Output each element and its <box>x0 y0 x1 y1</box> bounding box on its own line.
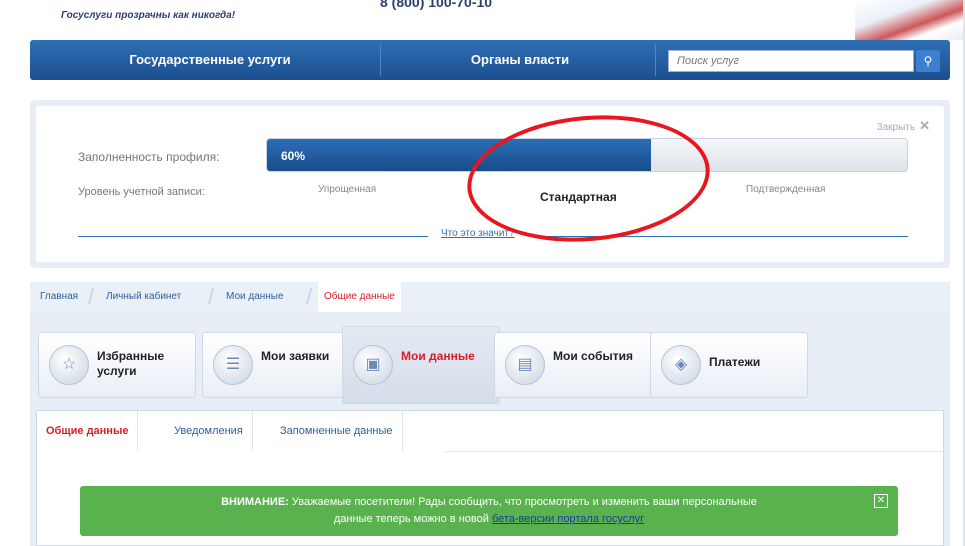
profile-fill-label: Заполненность профиля: <box>78 150 220 164</box>
tab-notifications[interactable]: Уведомления <box>165 411 253 451</box>
top-navigation: Государственные услуги Органы власти ⚲ <box>30 40 950 80</box>
breadcrumb-home[interactable]: Главная <box>40 282 78 312</box>
nav-authorities[interactable]: Органы власти <box>400 40 640 80</box>
star-hand-icon: ☆ <box>49 345 89 385</box>
alert-line-1: Уважаемые посетители! Рады сообщить, что… <box>291 496 757 508</box>
close-button[interactable]: Закрыть ✕ <box>877 118 930 134</box>
nav-gov-services[interactable]: Государственные услуги <box>90 40 330 80</box>
tile-label: Мои данные <box>401 349 475 363</box>
nav-divider <box>380 44 381 76</box>
search-button[interactable]: ⚲ <box>916 50 940 72</box>
profile-progress-percent: 60% <box>281 149 306 163</box>
flag-decoration <box>855 0 965 40</box>
top-strip: Госуслуги прозрачны как никогда! 8 (800)… <box>0 0 965 40</box>
profile-card-icon: ▣ <box>353 345 393 385</box>
breadcrumb-general-data: Общие данные <box>318 282 401 312</box>
breadcrumb: Главная / Личный кабинет / Мои данные / … <box>30 282 950 312</box>
tile-my-events[interactable]: ▤ Мои события <box>494 332 652 398</box>
tile-payments[interactable]: ◈ Платежи <box>650 332 808 398</box>
account-level-label: Уровень учетной записи: <box>78 186 205 198</box>
what-does-it-mean-link[interactable]: Что это значит? <box>441 228 515 239</box>
tile-label: Платежи <box>709 355 761 369</box>
attention-alert: ВНИМАНИЕ: Уважаемые посетители! Рады соо… <box>80 486 898 536</box>
beta-portal-link[interactable]: бета-версии портала госуслуг <box>492 513 644 525</box>
close-icon: ✕ <box>919 118 930 133</box>
breadcrumb-separator: / <box>88 284 95 309</box>
breadcrumb-my-data[interactable]: Мои данные <box>226 282 284 312</box>
alert-line-2: данные теперь можно в новой <box>333 513 489 525</box>
search-input[interactable] <box>668 50 914 72</box>
alert-prefix: ВНИМАНИЕ: <box>221 496 289 508</box>
tile-favorite-services[interactable]: ☆ Избранные услуги <box>38 332 196 398</box>
payments-icon: ◈ <box>661 345 701 385</box>
list-icon: ☰ <box>213 345 253 385</box>
level-confirmed: Подтвержденная <box>746 184 826 195</box>
tab-baseline <box>445 451 943 452</box>
close-label: Закрыть <box>876 122 916 133</box>
divider-line-left <box>78 236 428 237</box>
tile-my-requests[interactable]: ☰ Мои заявки <box>202 332 360 398</box>
tile-label: Избранные услуги <box>97 349 165 378</box>
slogan: Госуслуги прозрачны как никогда! <box>61 10 236 21</box>
phone-number: 8 (800) 100-70-10 <box>380 0 493 10</box>
calendar-icon: ▤ <box>505 345 545 385</box>
close-icon[interactable]: ✕ <box>874 494 888 508</box>
tab-general-data[interactable]: Общие данные <box>37 411 139 451</box>
breadcrumb-separator: / <box>208 284 215 309</box>
breadcrumb-cabinet[interactable]: Личный кабинет <box>106 282 181 312</box>
nav-divider <box>655 44 656 76</box>
level-simplified: Упрощенная <box>318 184 377 195</box>
alert-message: ВНИМАНИЕ: Уважаемые посетители! Рады соо… <box>80 494 898 528</box>
tile-my-data[interactable]: ▣ Мои данные <box>342 326 500 404</box>
tile-label: Мои события <box>553 349 633 363</box>
search-icon: ⚲ <box>923 54 933 68</box>
tab-saved-data[interactable]: Запомненные данные <box>271 411 403 451</box>
